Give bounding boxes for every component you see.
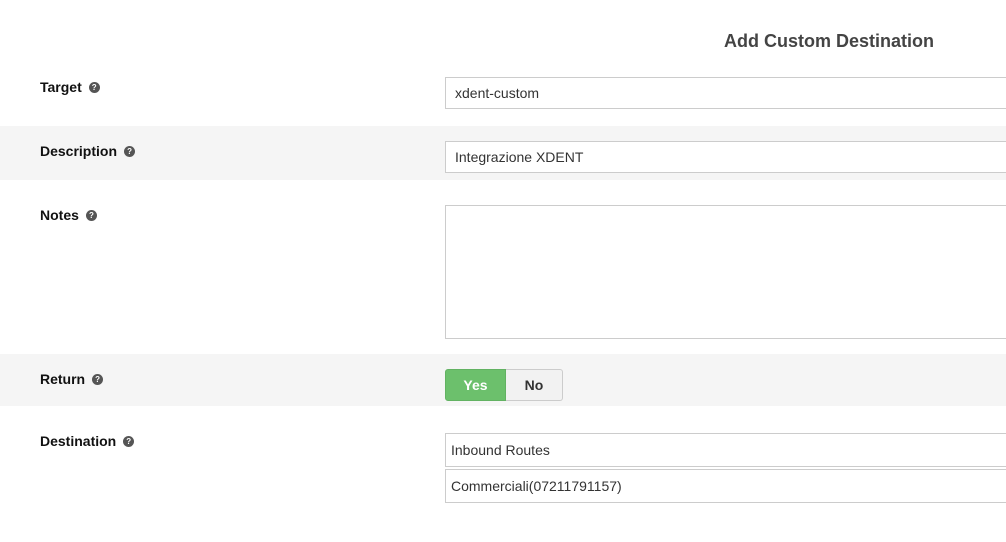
help-icon[interactable]: ? — [88, 81, 100, 93]
help-icon[interactable]: ? — [124, 145, 136, 157]
destination-label-group: Destination ? — [40, 433, 135, 449]
description-label-group: Description ? — [40, 143, 136, 159]
return-row: Return ? Yes No — [0, 354, 1006, 406]
description-input[interactable] — [445, 141, 1006, 173]
return-label: Return — [40, 371, 86, 387]
return-no-button[interactable]: No — [506, 369, 563, 401]
destination-category-select[interactable]: Inbound Routes — [445, 433, 1006, 467]
target-label: Target — [40, 79, 82, 95]
description-row: Description ? — [0, 126, 1006, 180]
return-toggle: Yes No — [445, 369, 563, 401]
help-icon[interactable]: ? — [92, 373, 104, 385]
return-label-group: Return ? — [40, 371, 104, 387]
destination-target-value: Commerciali(07211791157) — [451, 478, 622, 494]
description-label: Description — [40, 143, 118, 159]
help-icon[interactable]: ? — [123, 435, 135, 447]
destination-category-value: Inbound Routes — [451, 442, 550, 458]
return-yes-button[interactable]: Yes — [445, 369, 506, 401]
notes-row: Notes ? — [0, 180, 1006, 354]
notes-label-group: Notes ? — [40, 207, 97, 223]
notes-label: Notes — [40, 207, 79, 223]
destination-target-select[interactable]: Commerciali(07211791157) — [445, 469, 1006, 503]
target-input[interactable] — [445, 77, 1006, 109]
add-custom-destination-page: Add Custom Destination Target ? Descript… — [0, 0, 1006, 542]
destination-label: Destination — [40, 433, 117, 449]
page-title: Add Custom Destination — [724, 31, 934, 51]
target-row: Target ? — [0, 62, 1006, 126]
notes-textarea[interactable] — [445, 205, 1006, 339]
help-icon[interactable]: ? — [85, 209, 97, 221]
target-label-group: Target ? — [40, 79, 100, 95]
destination-row: Destination ? Inbound Routes Commerciali… — [0, 406, 1006, 542]
